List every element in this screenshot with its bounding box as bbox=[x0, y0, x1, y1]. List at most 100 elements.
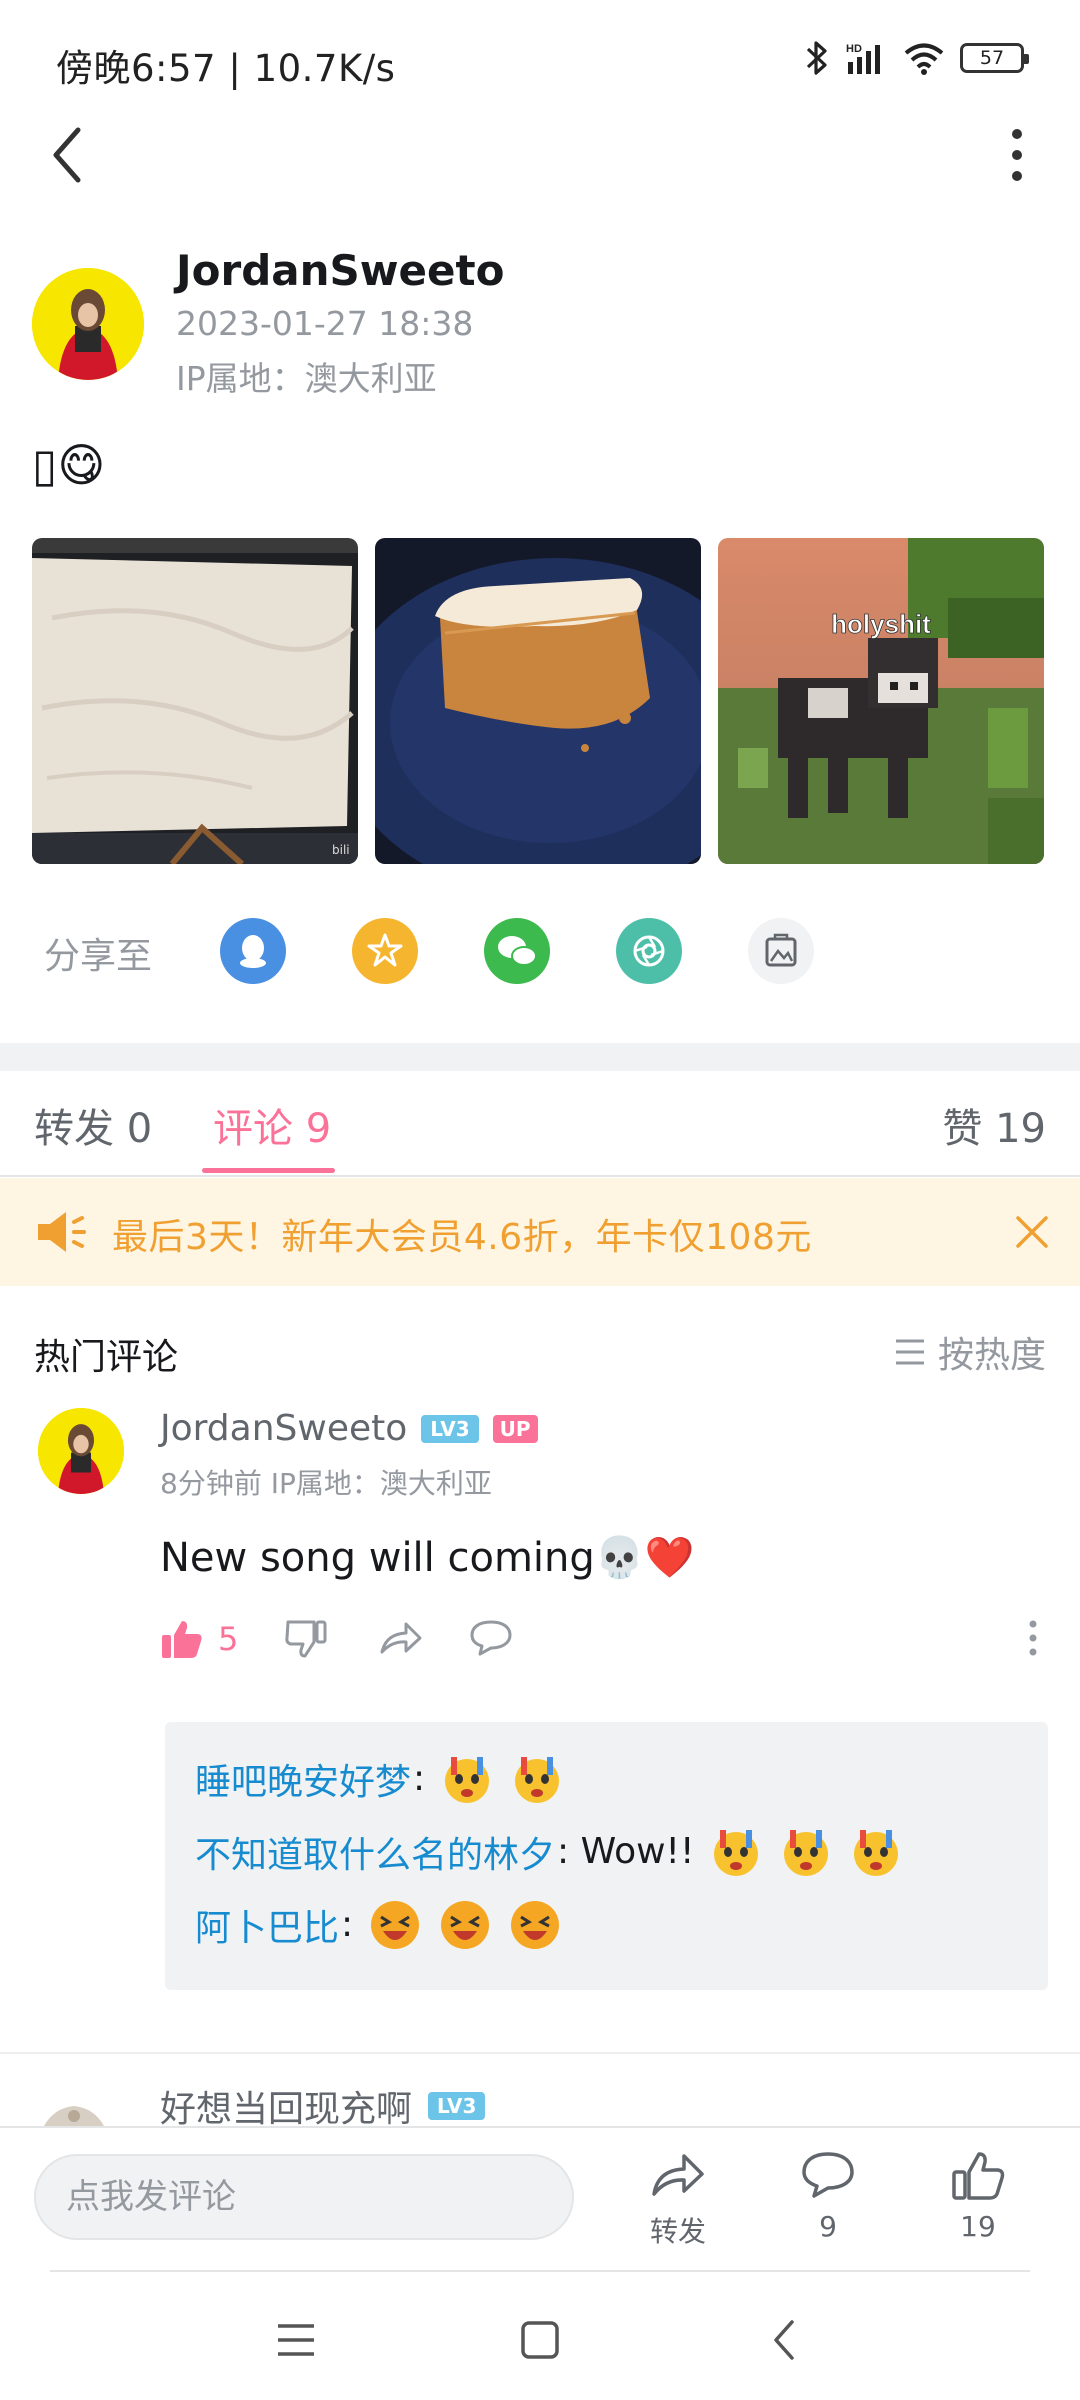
commenter-name[interactable]: JordanSweeto bbox=[160, 1408, 407, 1449]
qq-share-button[interactable] bbox=[220, 918, 286, 984]
minecraft-cow-picture: holyshit bbox=[718, 538, 1044, 864]
qzone-share-button[interactable] bbox=[352, 918, 418, 984]
reply-user[interactable]: 不知道取什么名的林夕 bbox=[195, 1826, 555, 1878]
laughing-emote-icon bbox=[371, 1900, 420, 1949]
commenter-name[interactable]: 好想当回现充啊 bbox=[160, 2086, 412, 2126]
reply-item[interactable]: 睡吧晚安好梦 : bbox=[195, 1742, 1018, 1815]
more-vertical-icon bbox=[1029, 1620, 1037, 1656]
svg-text:bili: bili bbox=[332, 843, 350, 857]
wechat-share-button[interactable] bbox=[484, 918, 550, 984]
post-image-cake-slice[interactable] bbox=[375, 538, 701, 864]
level-badge: LV3 bbox=[421, 1414, 479, 1443]
signal-icon: HD bbox=[846, 43, 880, 74]
comment-dislike-button[interactable] bbox=[284, 1618, 328, 1660]
sleepy-emote-icon bbox=[854, 1829, 899, 1876]
author-avatar[interactable] bbox=[32, 268, 144, 380]
bluetooth-icon bbox=[806, 41, 827, 75]
thumbs-up-filled-icon bbox=[162, 1621, 202, 1658]
more-options-icon[interactable] bbox=[994, 124, 1040, 190]
bottom-separator bbox=[50, 2270, 1030, 2272]
comments-button[interactable]: 9 bbox=[778, 2150, 878, 2243]
reply-body: : Wow!! bbox=[557, 1831, 695, 1872]
comment-bubble-icon bbox=[802, 2152, 854, 2198]
home-icon[interactable] bbox=[510, 2310, 570, 2370]
commenter-name-row: JordanSweeto LV3 UP bbox=[160, 1408, 538, 1449]
bottom-action-bar: 点我发评论 转发 9 19 bbox=[0, 2126, 1080, 2276]
tab-comments[interactable]: 评论 9 bbox=[213, 1096, 331, 1154]
share-arrow-icon bbox=[380, 1622, 422, 1654]
tab-likes[interactable]: 赞 19 bbox=[942, 1096, 1046, 1154]
cake-slice-picture bbox=[375, 538, 701, 864]
close-promo-icon[interactable] bbox=[1014, 1214, 1050, 1250]
laughing-emote-icon bbox=[511, 1900, 560, 1949]
sleepy-emote-icon bbox=[784, 1829, 829, 1876]
section-separator bbox=[0, 1043, 1080, 1071]
reply-item[interactable]: 不知道取什么名的林夕 : Wow!! bbox=[195, 1815, 1018, 1888]
active-tab-indicator bbox=[202, 1168, 335, 1173]
repost-arrow-icon bbox=[652, 2154, 704, 2196]
comment-share-button[interactable] bbox=[378, 1618, 424, 1658]
comment-divider bbox=[0, 2052, 1080, 2054]
commenter-avatar[interactable] bbox=[38, 1408, 124, 1494]
status-icons: HD 57 bbox=[804, 40, 1029, 76]
cake-pan-picture: bili bbox=[32, 538, 358, 864]
wifi-icon bbox=[904, 43, 944, 75]
reply-item[interactable]: 阿卜巴比 : bbox=[195, 1888, 1018, 1961]
status-time: 傍晚6:57 | 10.7K/s bbox=[56, 47, 396, 90]
moments-shutter-icon bbox=[633, 935, 665, 967]
comment-like-count: 5 bbox=[218, 1620, 239, 1658]
save-image-share-button[interactable] bbox=[748, 918, 814, 984]
share-label: 分享至 bbox=[44, 936, 153, 977]
status-bar: 傍晚6:57 | 10.7K/s HD 57 bbox=[0, 0, 1080, 125]
reply-user[interactable]: 阿卜巴比 bbox=[195, 1899, 339, 1951]
qzone-star-icon bbox=[367, 933, 403, 967]
tabs-divider bbox=[0, 1175, 1080, 1177]
avatar-illustration bbox=[32, 268, 144, 380]
level-badge: LV3 bbox=[428, 2092, 486, 2120]
laughing-emote-icon bbox=[441, 1900, 490, 1949]
comment-like-button[interactable]: 5 bbox=[160, 1618, 238, 1660]
reply-body: : bbox=[413, 1758, 426, 1799]
post-image-minecraft-cow[interactable]: holyshit bbox=[718, 538, 1044, 864]
sleepy-emote-icon bbox=[714, 1829, 759, 1876]
moments-share-button[interactable] bbox=[616, 918, 682, 984]
promo-banner[interactable]: 最后3天！新年大会员4.6折，年卡仅108元 bbox=[0, 1178, 1080, 1286]
system-navigation-bar bbox=[0, 2280, 1080, 2400]
sleepy-emote-icon bbox=[445, 1756, 490, 1803]
like-button[interactable]: 19 bbox=[928, 2150, 1028, 2243]
commenter-avatar[interactable] bbox=[44, 2098, 104, 2126]
chat-bubble-icon bbox=[470, 1620, 512, 1656]
reply-body: : bbox=[341, 1904, 354, 1945]
avatar-partial bbox=[44, 2106, 104, 2126]
tab-repost[interactable]: 转发 0 bbox=[34, 1096, 152, 1154]
thumbs-up-icon bbox=[952, 2152, 1005, 2200]
repost-button[interactable]: 转发 bbox=[628, 2150, 728, 2250]
system-back-icon[interactable] bbox=[756, 2310, 816, 2370]
back-icon[interactable] bbox=[40, 120, 100, 190]
author-name[interactable]: JordanSweeto bbox=[176, 246, 504, 295]
comment-more-button[interactable] bbox=[1026, 1618, 1040, 1658]
comment-text: New song will coming💀❤️ bbox=[160, 1535, 695, 1581]
post-ip-location: IP属地：澳大利亚 bbox=[176, 359, 437, 398]
comment-input[interactable]: 点我发评论 bbox=[34, 2154, 574, 2240]
reply-user[interactable]: 睡吧晚安好梦 bbox=[195, 1753, 411, 1805]
wechat-icon bbox=[498, 936, 537, 966]
comment-reply-button[interactable] bbox=[468, 1618, 514, 1658]
sort-label: 按热度 bbox=[937, 1335, 1046, 1376]
commenter-avatar-illustration bbox=[38, 1408, 124, 1494]
svg-text:HD: HD bbox=[846, 43, 862, 55]
megaphone-icon bbox=[38, 1212, 86, 1252]
post-image-cake-pan[interactable]: bili bbox=[32, 538, 358, 864]
menu-recents-icon[interactable] bbox=[266, 2310, 326, 2370]
repost-label: 转发 bbox=[649, 2215, 706, 2248]
up-badge: UP bbox=[492, 1414, 538, 1443]
like-count: 19 bbox=[960, 2210, 996, 2243]
comment-meta: 8分钟前 IP属地：澳大利亚 bbox=[160, 1467, 492, 1500]
image-caption: holyshit bbox=[831, 609, 931, 639]
reply-preview-box[interactable]: 睡吧晚安好梦 : 不知道取什么名的林夕 : Wow!! 阿卜巴比 : bbox=[165, 1722, 1048, 1990]
sort-by-popularity-button[interactable]: 按热度 bbox=[894, 1326, 1046, 1378]
commenter-name-row: 好想当回现充啊 LV3 bbox=[160, 2086, 486, 2126]
list-sort-icon bbox=[895, 1339, 924, 1365]
sleepy-emote-icon bbox=[515, 1756, 560, 1803]
thumbs-down-icon bbox=[285, 1620, 327, 1658]
